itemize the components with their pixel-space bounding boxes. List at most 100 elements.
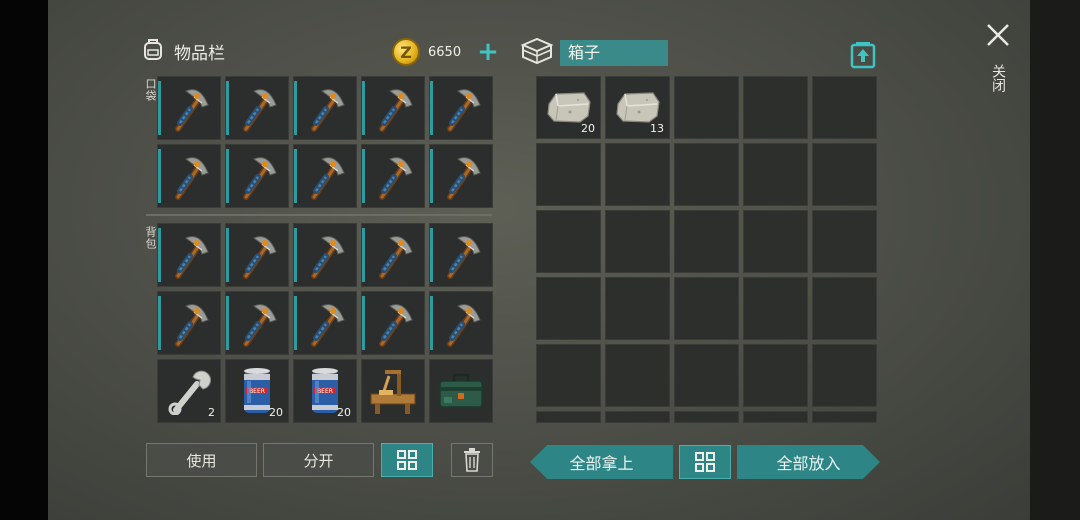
durability-bar [158, 149, 161, 203]
empty-slot[interactable] [743, 76, 808, 139]
empty-slot[interactable] [605, 411, 670, 423]
inventory-slot[interactable] [157, 223, 221, 287]
item-count: 20 [337, 406, 351, 419]
inventory-slot[interactable] [157, 144, 221, 208]
empty-slot[interactable] [743, 277, 808, 340]
workbench-icon [365, 364, 421, 418]
empty-slot[interactable] [536, 344, 601, 407]
take-all-button[interactable]: 全部拿上 [530, 445, 673, 479]
empty-slot[interactable] [605, 210, 670, 273]
backpack-grid: 2 BEER 20 BEER 20 [157, 223, 493, 423]
trash-icon [464, 448, 480, 472]
empty-slot[interactable] [812, 210, 877, 273]
inventory-slot[interactable] [361, 144, 425, 208]
inventory-slot[interactable] [429, 223, 493, 287]
pickaxe-icon [370, 230, 416, 280]
item-count: 20 [581, 122, 595, 135]
durability-bar [430, 228, 433, 282]
backpack-icon [140, 36, 166, 66]
inventory-slot[interactable] [361, 291, 425, 355]
put-all-button[interactable]: 全部放入 [737, 445, 880, 479]
pickaxe-icon [234, 298, 280, 348]
inventory-slot[interactable] [225, 291, 289, 355]
add-coins-button[interactable]: + [477, 39, 499, 65]
inventory-slot[interactable] [361, 223, 425, 287]
empty-slot[interactable] [536, 143, 601, 206]
toolbox-icon [434, 367, 488, 415]
inventory-slot[interactable] [225, 144, 289, 208]
empty-slot[interactable] [743, 344, 808, 407]
empty-slot[interactable] [812, 344, 877, 407]
coin-icon: Z [392, 38, 420, 66]
inventory-slot[interactable] [225, 223, 289, 287]
durability-bar [226, 81, 229, 135]
inventory-slot[interactable] [157, 291, 221, 355]
durability-bar [430, 81, 433, 135]
empty-slot[interactable] [743, 210, 808, 273]
empty-slot[interactable] [743, 411, 808, 423]
pickaxe-icon [302, 298, 348, 348]
empty-slot[interactable] [605, 277, 670, 340]
empty-slot[interactable] [812, 143, 877, 206]
inventory-slot[interactable]: 20 [536, 76, 601, 139]
inventory-title: 物品栏 [174, 43, 225, 64]
durability-bar [158, 228, 161, 282]
empty-slot[interactable] [674, 344, 739, 407]
durability-bar [294, 81, 297, 135]
delete-button[interactable] [451, 443, 493, 477]
inventory-slot[interactable] [225, 76, 289, 140]
inventory-slot[interactable] [157, 76, 221, 140]
durability-bar [362, 81, 365, 135]
inventory-slot[interactable]: BEER 20 [225, 359, 289, 423]
inventory-slot[interactable]: 13 [605, 76, 670, 139]
durability-bar [226, 149, 229, 203]
empty-slot[interactable] [812, 277, 877, 340]
inventory-slot[interactable] [293, 144, 357, 208]
empty-slot[interactable] [674, 210, 739, 273]
sort-inventory-button[interactable] [381, 443, 433, 477]
item-count: 2 [208, 406, 215, 419]
pickaxe-icon [166, 298, 212, 348]
empty-slot[interactable] [674, 143, 739, 206]
empty-slot[interactable] [536, 210, 601, 273]
close-label[interactable]: 关闭 [988, 64, 1008, 92]
durability-bar [226, 228, 229, 282]
upload-icon[interactable] [850, 41, 876, 69]
inventory-slot[interactable] [293, 76, 357, 140]
inventory-slot[interactable] [429, 76, 493, 140]
use-button[interactable]: 使用 [146, 443, 257, 477]
close-icon[interactable] [985, 22, 1011, 48]
pocket-grid [157, 76, 493, 208]
durability-bar [294, 149, 297, 203]
container-name-field[interactable]: 箱子 [560, 40, 668, 66]
item-count: 13 [650, 122, 664, 135]
inventory-slot[interactable]: 2 [157, 359, 221, 423]
empty-slot[interactable] [743, 143, 808, 206]
empty-slot[interactable] [674, 277, 739, 340]
inventory-slot[interactable] [293, 223, 357, 287]
empty-slot[interactable] [605, 143, 670, 206]
split-button[interactable]: 分开 [263, 443, 374, 477]
pickaxe-icon [166, 151, 212, 201]
sort-container-button[interactable] [679, 445, 731, 479]
inventory-slot[interactable] [429, 291, 493, 355]
durability-bar [362, 296, 365, 350]
empty-slot[interactable] [812, 76, 877, 139]
empty-slot[interactable] [674, 76, 739, 139]
empty-slot[interactable] [674, 411, 739, 423]
inventory-slot[interactable] [361, 76, 425, 140]
pickaxe-icon [370, 151, 416, 201]
empty-slot[interactable] [605, 344, 670, 407]
box-icon [520, 36, 554, 70]
inventory-slot[interactable] [293, 291, 357, 355]
screen-edge-right [1030, 0, 1080, 520]
empty-slot[interactable] [536, 277, 601, 340]
pickaxe-icon [302, 83, 348, 133]
inventory-slot[interactable] [429, 359, 493, 423]
empty-slot[interactable] [536, 411, 601, 423]
inventory-slot[interactable] [429, 144, 493, 208]
inventory-slot[interactable] [361, 359, 425, 423]
empty-slot[interactable] [812, 411, 877, 423]
container-header: 箱子 [520, 36, 668, 70]
inventory-slot[interactable]: BEER 20 [293, 359, 357, 423]
